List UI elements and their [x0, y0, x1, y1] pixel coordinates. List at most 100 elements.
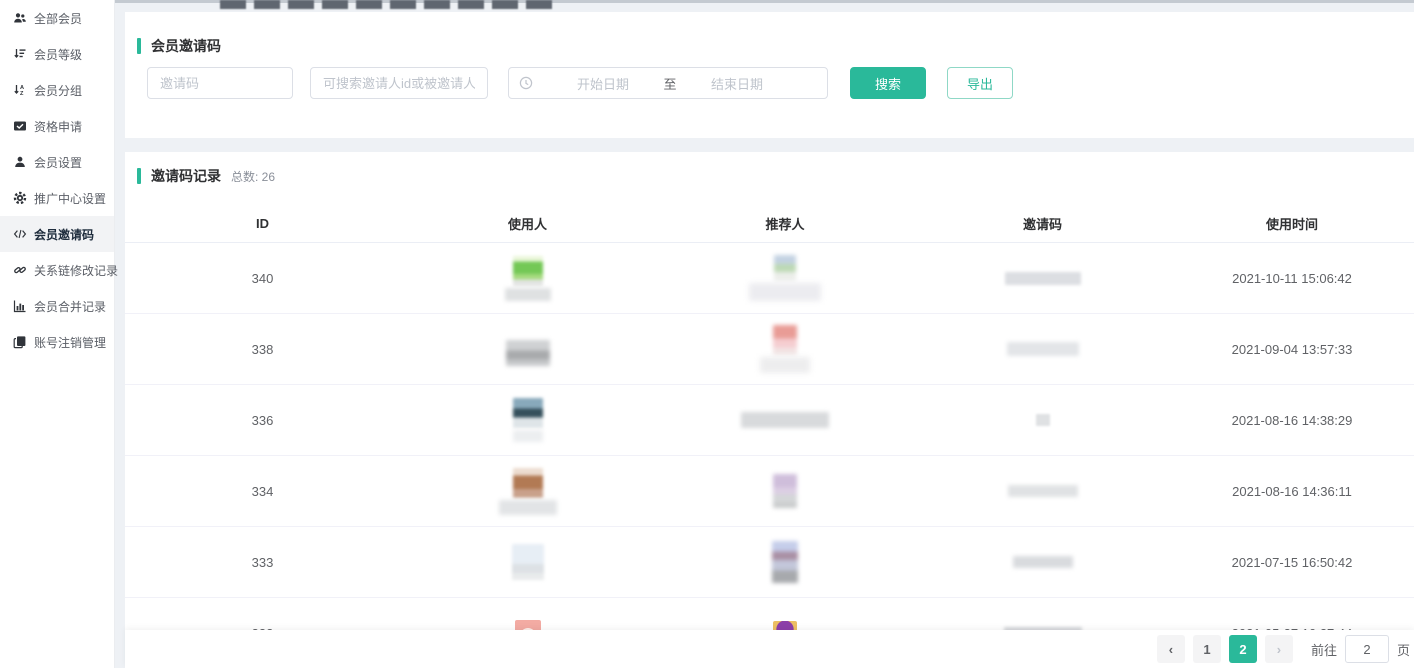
sidebar-item-invite-code[interactable]: 会员邀请码 — [0, 216, 114, 252]
cell-invite-code — [915, 485, 1170, 497]
table-row: 333 2021-07-15 16:50:42 — [125, 527, 1414, 598]
user-avatar-redacted — [513, 398, 543, 428]
col-header-id: ID — [125, 216, 400, 231]
invite-code-redacted — [1013, 556, 1073, 568]
sidebar-item-label: 账号注销管理 — [34, 334, 106, 351]
pagination-next-button[interactable]: › — [1265, 635, 1293, 663]
sidebar-item-member-settings[interactable]: 会员设置 — [0, 144, 114, 180]
sidebar-item-all-members[interactable]: 全部会员 — [0, 0, 114, 36]
pagination-page-1[interactable]: 1 — [1193, 635, 1221, 663]
cell-used-time: 2021-08-16 14:38:29 — [1170, 413, 1414, 428]
cell-user — [400, 468, 655, 515]
sidebar-item-label: 会员设置 — [34, 154, 82, 171]
cell-user — [400, 544, 655, 580]
referrer-avatar-redacted — [773, 325, 797, 355]
referrer-avatar-redacted — [772, 541, 798, 583]
cell-invite-code — [915, 342, 1170, 356]
cell-invite-code — [915, 414, 1170, 426]
cell-id: 333 — [125, 555, 400, 570]
pagination-page-2[interactable]: 2 — [1229, 635, 1257, 663]
user-name-redacted — [505, 288, 551, 301]
end-date-placeholder[interactable]: 结束日期 — [693, 74, 781, 93]
sidebar-item-merge-log[interactable]: 会员合并记录 — [0, 288, 114, 324]
pagination-page-suffix: 页 — [1397, 640, 1410, 659]
sidebar-item-member-group[interactable]: AZ 会员分组 — [0, 72, 114, 108]
section-accent-bar — [137, 168, 141, 184]
cell-used-time: 2021-09-04 13:57:33 — [1170, 342, 1414, 357]
sidebar-item-qualification[interactable]: 资格申请 — [0, 108, 114, 144]
col-header-user: 使用人 — [400, 214, 655, 233]
export-button[interactable]: 导出 — [947, 67, 1013, 99]
sidebar-item-promo-settings[interactable]: 推广中心设置 — [0, 180, 114, 216]
start-date-placeholder[interactable]: 开始日期 — [559, 74, 647, 93]
referrer-avatar-redacted — [774, 255, 796, 281]
user-avatar-redacted — [513, 256, 543, 286]
cell-id: 334 — [125, 484, 400, 499]
sidebar-item-label: 会员合并记录 — [34, 298, 106, 315]
cell-user — [400, 332, 655, 366]
invite-code-input[interactable] — [147, 67, 293, 99]
censored-page-title — [220, 0, 560, 9]
cell-referrer — [655, 325, 915, 373]
referrer-name-redacted — [741, 412, 829, 428]
table-row: 334 2021-08-16 14:36:11 — [125, 456, 1414, 527]
table-row: 340 2021-10-11 15:06:42 — [125, 243, 1414, 314]
cell-invite-code — [915, 556, 1170, 568]
date-separator: 至 — [647, 74, 693, 93]
table-row: 336 2021-08-16 14:38:29 — [125, 385, 1414, 456]
records-panel-title: 邀请码记录 — [151, 166, 221, 186]
cell-invite-code — [915, 272, 1170, 285]
cell-used-time: 2021-10-11 15:06:42 — [1170, 271, 1414, 286]
col-header-referrer: 推荐人 — [655, 214, 915, 233]
cell-referrer — [655, 541, 915, 583]
cell-user — [400, 398, 655, 442]
sidebar-item-account-cancel[interactable]: 账号注销管理 — [0, 324, 114, 360]
sidebar-item-label: 会员等级 — [34, 46, 82, 63]
cell-id: 340 — [125, 271, 400, 286]
invite-code-redacted — [1005, 272, 1081, 285]
file-copy-icon — [13, 335, 27, 349]
sidebar-item-relation-log[interactable]: 关系链修改记录 — [0, 252, 114, 288]
pagination-goto-label: 前往 — [1311, 640, 1337, 659]
cell-referrer — [655, 412, 915, 428]
sidebar: 全部会员 会员等级 AZ 会员分组 资格申请 会员设置 — [0, 0, 115, 668]
cell-id: 336 — [125, 413, 400, 428]
invite-code-redacted — [1008, 485, 1078, 497]
date-range-picker[interactable]: 开始日期 至 结束日期 — [508, 67, 828, 99]
user-name-redacted — [499, 500, 557, 515]
pagination-prev-button[interactable]: ‹ — [1157, 635, 1185, 663]
user-avatar-redacted — [512, 544, 544, 580]
cell-referrer — [655, 474, 915, 508]
svg-text:Z: Z — [20, 91, 24, 97]
referrer-avatar-redacted — [773, 474, 797, 508]
table-header-row: ID 使用人 推荐人 邀请码 使用时间 — [125, 205, 1414, 243]
cell-referrer — [655, 255, 915, 301]
sidebar-item-label: 会员邀请码 — [34, 226, 94, 243]
invite-code-redacted — [1036, 414, 1050, 426]
clock-icon — [519, 76, 533, 90]
sidebar-item-member-level[interactable]: 会员等级 — [0, 36, 114, 72]
link-icon — [13, 263, 27, 277]
referrer-name-redacted — [760, 357, 810, 373]
pagination-bar: ‹ 1 2 › 前往 页 — [125, 630, 1414, 668]
search-button[interactable]: 搜索 — [850, 67, 926, 99]
user-id-search-input[interactable] — [310, 67, 488, 99]
records-total-label: 总数: 26 — [231, 168, 275, 185]
search-panel: 会员邀请码 开始日期 至 结束日期 搜索 导出 — [125, 12, 1414, 138]
member-invite-code-page: 全部会员 会员等级 AZ 会员分组 资格申请 会员设置 — [0, 0, 1414, 668]
user-name-redacted — [513, 430, 543, 442]
sidebar-item-label: 资格申请 — [34, 118, 82, 135]
cell-user — [400, 256, 655, 301]
invite-code-table: ID 使用人 推荐人 邀请码 使用时间 340 — [125, 205, 1414, 668]
pagination-goto-input[interactable] — [1345, 635, 1389, 663]
code-icon — [13, 227, 27, 241]
bar-chart-icon — [13, 299, 27, 313]
cell-used-time: 2021-07-15 16:50:42 — [1170, 555, 1414, 570]
user-avatar-redacted — [506, 340, 550, 366]
sidebar-item-label: 关系链修改记录 — [34, 262, 118, 279]
table-row: 338 2021-09-04 13:57:33 — [125, 314, 1414, 385]
user-icon — [13, 155, 27, 169]
referrer-name-redacted — [749, 283, 821, 301]
user-avatar-redacted — [513, 468, 543, 498]
cell-id: 338 — [125, 342, 400, 357]
